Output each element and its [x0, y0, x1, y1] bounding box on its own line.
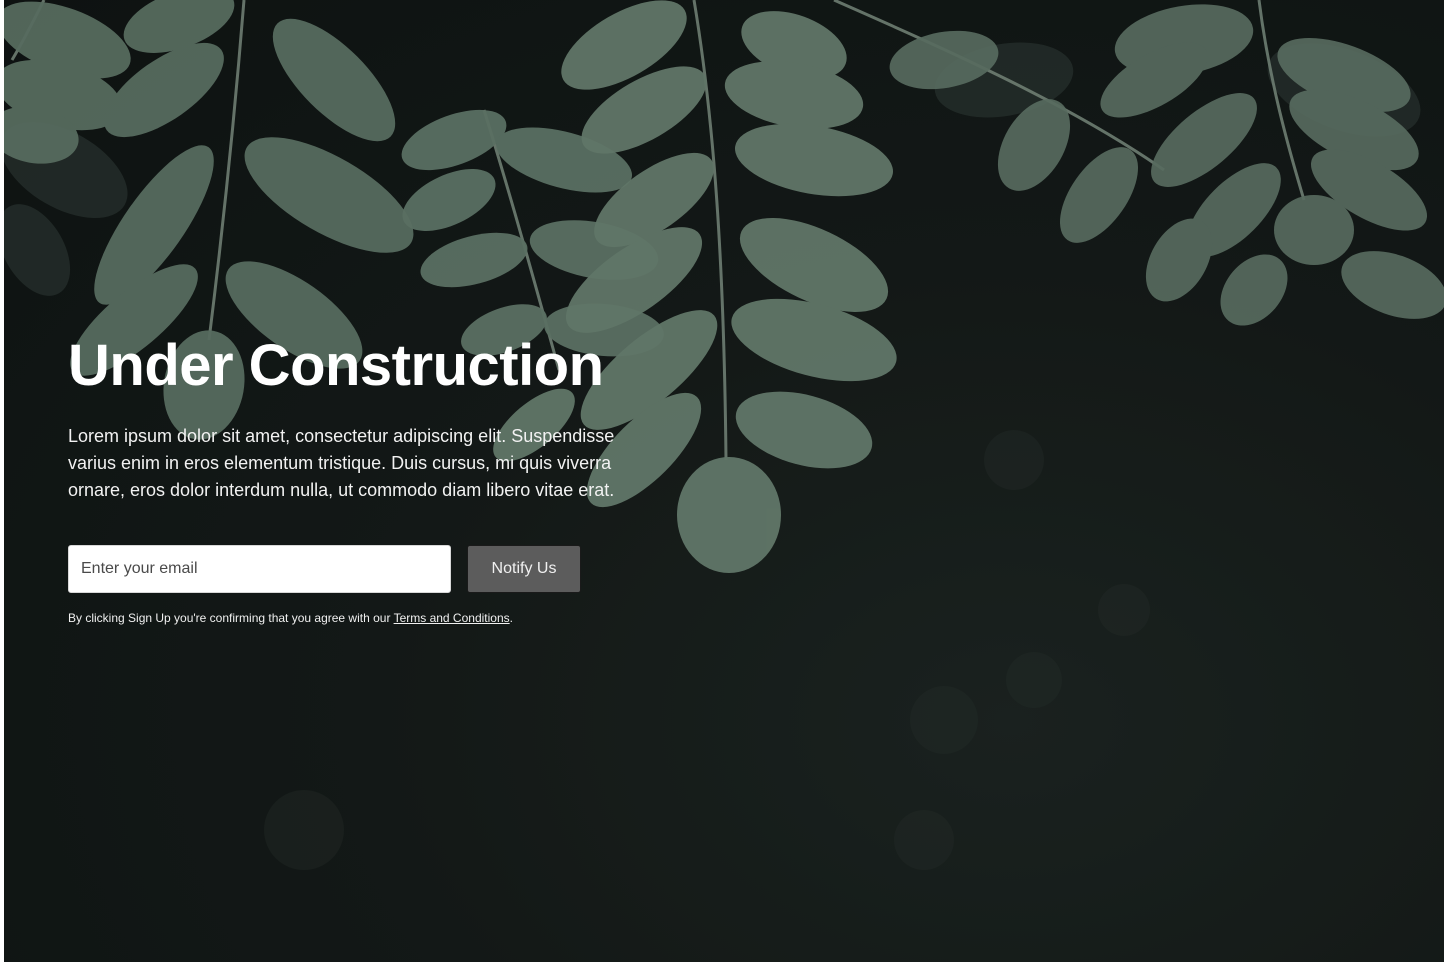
hero-content: Under Construction Lorem ipsum dolor sit… [68, 332, 648, 626]
terms-notice: By clicking Sign Up you're confirming th… [68, 610, 648, 626]
hero-description: Lorem ipsum dolor sit amet, consectetur … [68, 426, 615, 500]
email-input[interactable] [68, 545, 451, 593]
page-title: Under Construction [68, 333, 604, 398]
terms-link[interactable]: Terms and Conditions [394, 611, 510, 625]
terms-prefix: By clicking Sign Up you're confirming th… [68, 611, 394, 625]
hero-section: Under Construction Lorem ipsum dolor sit… [4, 0, 1444, 962]
notify-button[interactable]: Notify Us [467, 545, 581, 593]
terms-suffix: . [509, 611, 513, 625]
signup-form: Notify Us [68, 545, 648, 593]
